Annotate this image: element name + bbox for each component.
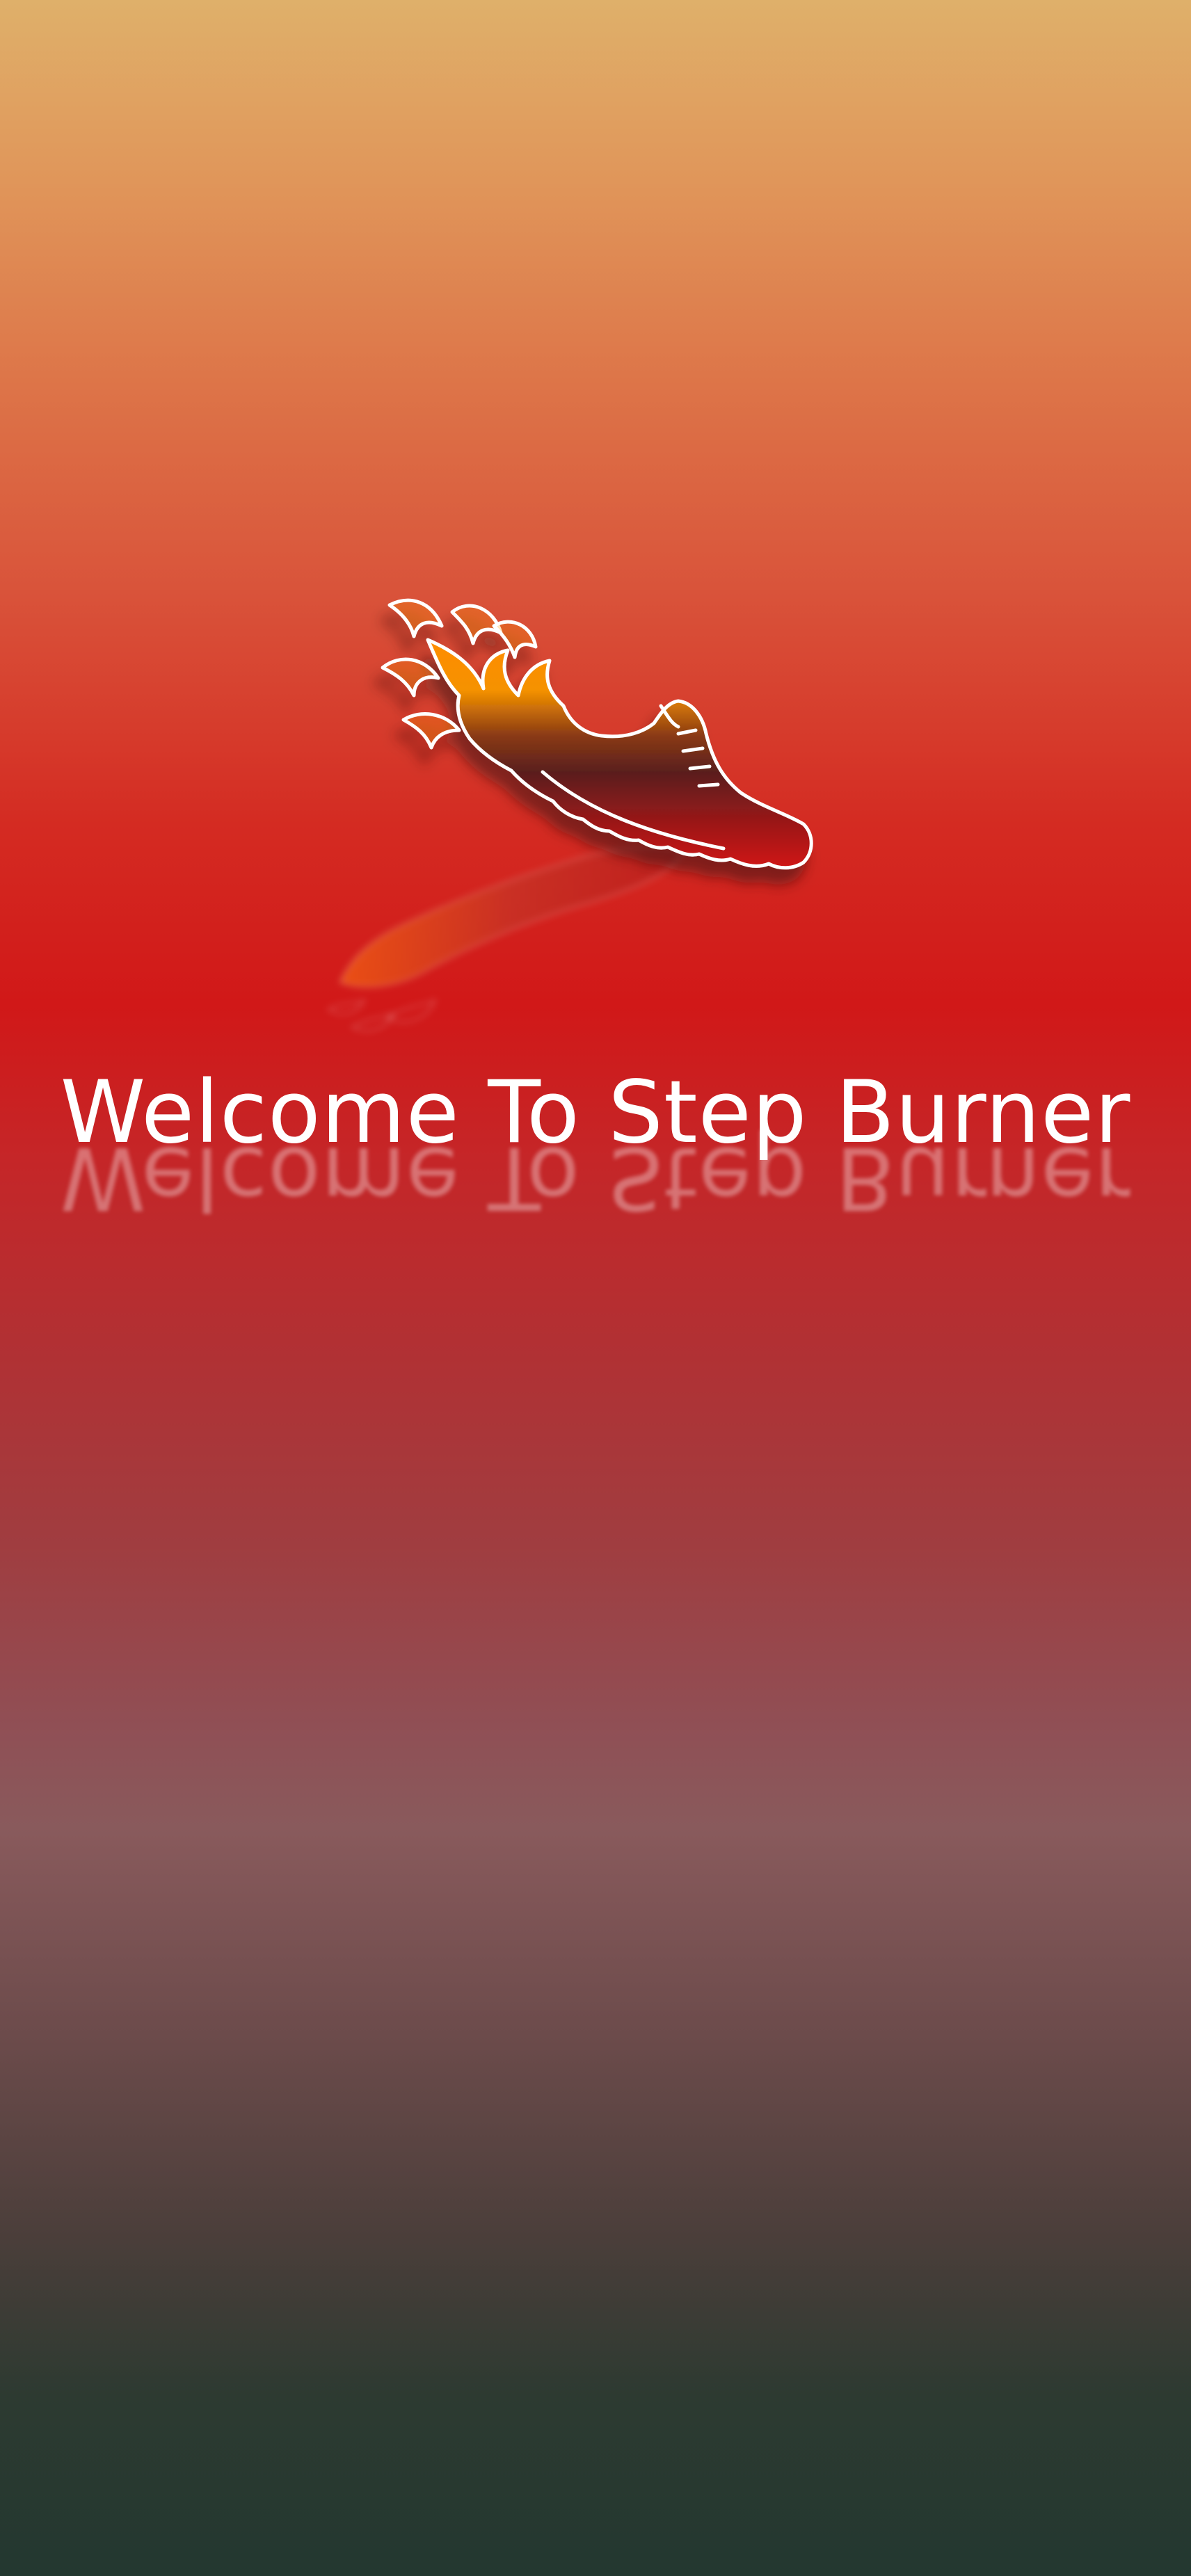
app-logo <box>362 584 835 946</box>
flaming-shoe-icon <box>381 598 813 870</box>
welcome-title-reflection: Welcome To Step Burner <box>60 1127 1131 1227</box>
splash-screen: Welcome To Step Burner Welcome To Step B… <box>0 0 1191 2576</box>
